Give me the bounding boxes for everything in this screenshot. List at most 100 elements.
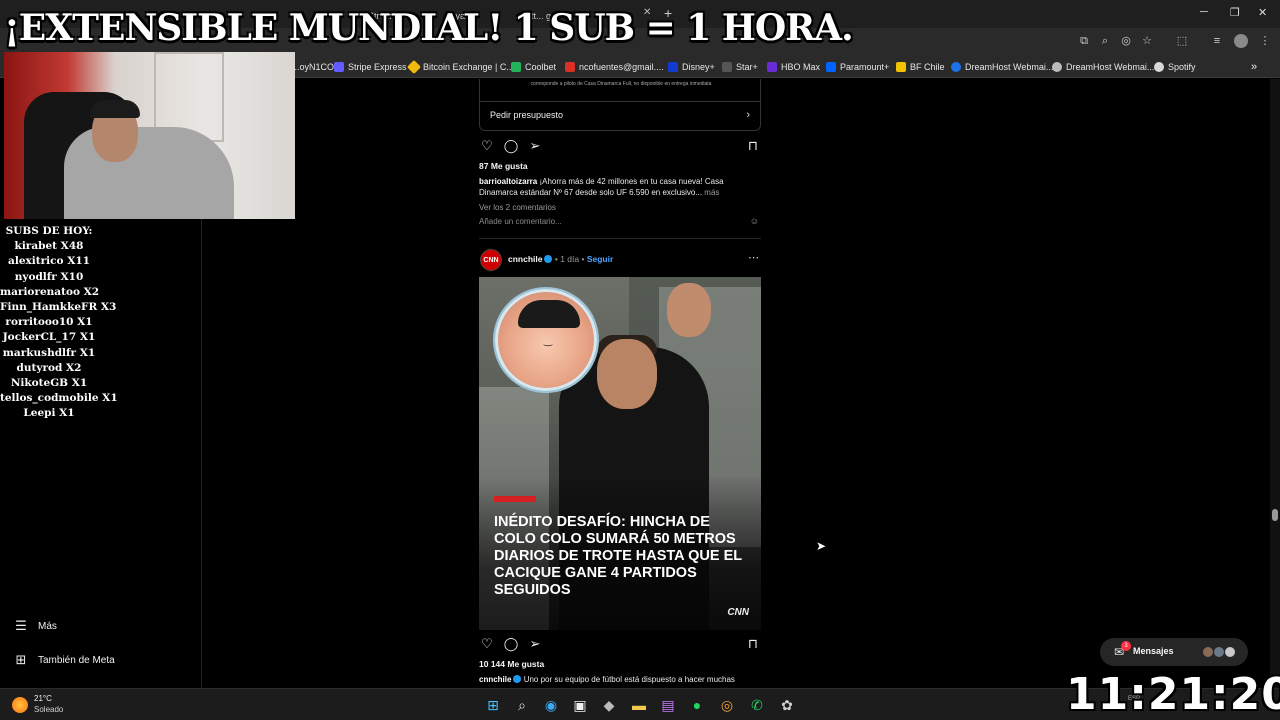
comment-icon[interactable]: ◯: [503, 138, 519, 154]
image-figure: [597, 339, 657, 409]
stripe-icon: [334, 62, 344, 72]
bookmark-label: ncofuentes@gmail....: [579, 62, 664, 72]
bookmark-label: DreamHost Webmai...: [965, 62, 1054, 72]
app-icon[interactable]: ✿: [778, 696, 796, 714]
view-comments-link[interactable]: Ver los 2 comentarios: [479, 203, 556, 212]
maximize-icon[interactable]: ❐: [1230, 6, 1240, 19]
disney-icon: [668, 62, 678, 72]
bookmark-item[interactable]: DreamHost Webmai...: [1052, 59, 1154, 75]
post-divider: [479, 238, 761, 239]
smile-icon: ‿: [543, 336, 553, 347]
comment-icon[interactable]: ◯: [503, 636, 519, 652]
nav-more[interactable]: ☰ Más: [14, 619, 57, 633]
sub-entry: mariorenatoo X2: [0, 285, 100, 298]
emoji-icon[interactable]: ☺: [750, 216, 759, 226]
bookmark-label: BF Chile: [910, 62, 945, 72]
post-username[interactable]: cnnchile: [508, 254, 542, 264]
chrome-icon[interactable]: ◎: [718, 696, 736, 714]
app-icon[interactable]: ▤: [659, 696, 677, 714]
windows-start-icon[interactable]: ⊞: [484, 696, 502, 714]
like-heart-icon[interactable]: ♡: [479, 636, 495, 652]
caption-text: Uno por su equipo de fútbol está dispues…: [523, 675, 735, 684]
share-icon[interactable]: ➢: [527, 636, 543, 652]
add-comment-input[interactable]: Añade un comentario... ☺: [479, 216, 761, 226]
profile-avatar[interactable]: [1234, 34, 1248, 48]
ad-card: corresponde a piloto de Casa Dinamarca F…: [479, 79, 761, 131]
bookmark-item[interactable]: HBO Max: [767, 59, 820, 75]
save-bookmark-icon[interactable]: ⊓: [745, 138, 761, 154]
bookmark-label: Coolbet: [525, 62, 557, 72]
caption-username[interactable]: barrioaltoizarra: [479, 177, 537, 186]
spotify-icon[interactable]: ●: [688, 696, 706, 714]
folder-icon[interactable]: ▬: [630, 696, 648, 714]
post-caption: barrioaltoizarra ¡Ahorra más de 42 millo…: [479, 176, 751, 198]
sub-entry: rorritooo10 X1: [5, 316, 93, 329]
headline-accent-bar: [494, 496, 536, 502]
sub-entry: markushdlfr X1: [2, 346, 96, 359]
follow-button[interactable]: Seguir: [587, 254, 613, 264]
sub-entry: kirabet X48: [14, 240, 84, 253]
subs-header: SUBS DE HOY:: [5, 225, 93, 237]
zoom-icon[interactable]: ⌕: [1098, 34, 1112, 48]
window-close-icon[interactable]: ✕: [1258, 6, 1267, 19]
more-bookmarks-icon[interactable]: »: [1251, 59, 1257, 75]
install-app-icon[interactable]: ⧉: [1077, 34, 1091, 48]
weather-temperature[interactable]: 21°C: [34, 694, 52, 703]
extensions-icon[interactable]: ⬚: [1175, 34, 1189, 48]
sun-icon[interactable]: [12, 697, 28, 713]
share-icon[interactable]: ➢: [527, 138, 543, 154]
verified-badge-icon: [513, 675, 522, 683]
bitcoin-icon: [406, 59, 422, 75]
like-heart-icon[interactable]: ♡: [479, 138, 495, 154]
bookmark-star-icon[interactable]: ☆: [1140, 34, 1154, 48]
bookmark-item[interactable]: Spotify: [1154, 59, 1196, 75]
app-icon[interactable]: ◆: [600, 696, 618, 714]
nav-also-from-meta[interactable]: ⊞ También de Meta: [14, 653, 115, 667]
caption-username[interactable]: cnnchile: [479, 675, 511, 684]
reading-list-icon[interactable]: ≡: [1210, 34, 1224, 48]
post-image[interactable]: ‿ INÉDITO DESAFÍO: HINCHA DE COLO COLO S…: [479, 277, 761, 630]
bookmark-item[interactable]: ncofuentes@gmail....: [565, 59, 664, 75]
bookmark-item[interactable]: ...oyN1CO: [292, 59, 334, 75]
eye-off-icon[interactable]: ◎: [1119, 34, 1133, 48]
cnnchile-avatar[interactable]: CNN: [480, 249, 502, 271]
caption-more-link[interactable]: más: [704, 188, 719, 197]
bookmark-item[interactable]: Stripe Express: [334, 59, 407, 75]
menu-icon[interactable]: ⋮: [1258, 34, 1272, 48]
edge-icon[interactable]: ◉: [542, 696, 560, 714]
bookmark-label: HBO Max: [781, 62, 821, 72]
post-caption: cnnchile Uno por su equipo de fútbol est…: [479, 674, 751, 685]
more-options-icon[interactable]: ⋯: [748, 251, 759, 264]
save-bookmark-icon[interactable]: ⊓: [745, 636, 761, 652]
stream-title-overlay: ¡EXTENSIBLE MUNDIAL! 1 SUB = 1 HORA.: [4, 7, 854, 49]
subs-list-overlay: SUBS DE HOY: kirabet X48 alexitrico X11 …: [0, 224, 118, 422]
messages-button[interactable]: ✉ 3 Mensajes: [1100, 638, 1248, 666]
search-icon[interactable]: ⌕: [513, 696, 531, 714]
request-quote-button[interactable]: Pedir presupuesto ›: [480, 101, 760, 127]
store-icon[interactable]: ▣: [571, 696, 589, 714]
bookmark-item[interactable]: BF Chile: [896, 59, 945, 75]
post-actions: ♡ ◯ ➢ ⊓: [479, 138, 761, 154]
chevron-right-icon: ›: [746, 109, 750, 121]
scrollbar-thumb[interactable]: [1272, 509, 1278, 521]
bookmark-item[interactable]: Coolbet: [511, 59, 556, 75]
minimize-icon[interactable]: ─: [1200, 6, 1208, 18]
sub-entry: dutyrod X2: [16, 361, 82, 374]
add-comment-placeholder: Añade un comentario...: [479, 217, 562, 226]
weather-description[interactable]: Soleado: [34, 705, 63, 714]
bookmark-label: Bitcoin Exchange | C...: [423, 62, 514, 72]
gmail-icon: [565, 62, 575, 72]
bookmark-label: Disney+: [682, 62, 715, 72]
bookmark-label: ...oyN1CO: [292, 62, 335, 72]
page-scrollbar[interactable]: [1270, 79, 1280, 688]
stream-clock-overlay: 11:21:20: [1066, 669, 1280, 720]
whatsapp-icon[interactable]: ✆: [748, 696, 766, 714]
bookmark-item[interactable]: Paramount+: [826, 59, 889, 75]
bookmark-item[interactable]: Bitcoin Exchange | C...: [406, 59, 514, 75]
streamer-figure: [64, 127, 234, 219]
bookmark-item[interactable]: Disney+: [668, 59, 715, 75]
dreamhost-icon: [1052, 62, 1062, 72]
bookmark-item[interactable]: DreamHost Webmai...: [951, 59, 1053, 75]
image-figure: [518, 300, 580, 328]
bookmark-item[interactable]: Star+: [722, 59, 758, 75]
